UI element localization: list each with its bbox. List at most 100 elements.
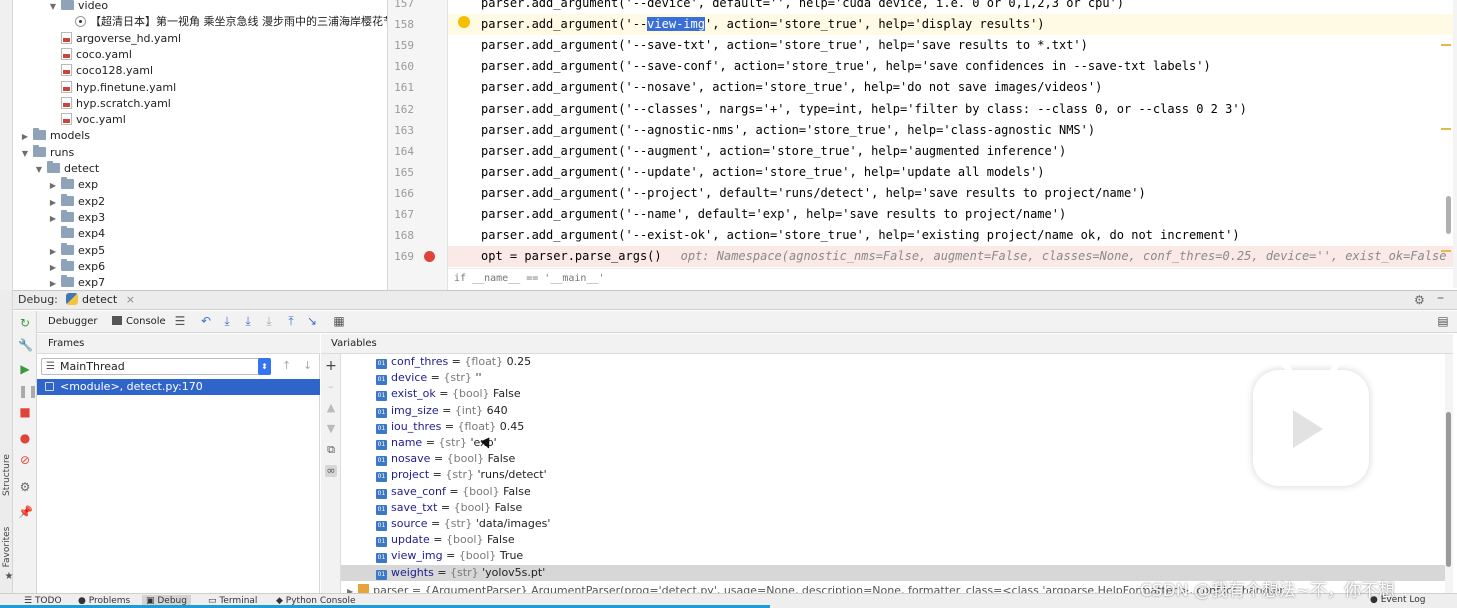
- remove-watch-icon[interactable]: –: [325, 381, 337, 393]
- step-out-icon[interactable]: ⤒: [284, 314, 298, 328]
- chevron-down-icon[interactable]: ⬍: [258, 358, 271, 375]
- next-frame-icon[interactable]: ↓: [303, 359, 312, 372]
- code-breadcrumb[interactable]: if __name__ == '__main__': [448, 268, 1453, 288]
- tree-item[interactable]: argoverse_hd.yaml: [48, 31, 181, 47]
- code-line[interactable]: parser.add_argument('--nosave', action='…: [448, 77, 1453, 98]
- code-line[interactable]: parser.add_argument('--classes', nargs='…: [448, 99, 1453, 120]
- chevron-right-icon[interactable]: ▶: [48, 244, 58, 260]
- editor-warning-marker[interactable]: [1441, 250, 1451, 252]
- step-into-icon[interactable]: ⤓: [241, 314, 255, 328]
- run-to-cursor-icon[interactable]: ↘: [305, 314, 319, 328]
- code-line[interactable]: parser.add_argument('--agnostic-nms', ac…: [448, 120, 1453, 141]
- mute-breakpoints-icon[interactable]: ⊘: [18, 453, 32, 467]
- rerun-icon[interactable]: ↻: [18, 316, 32, 330]
- show-execution-point-icon[interactable]: ↶: [199, 314, 213, 328]
- frame-icon: [45, 382, 54, 391]
- tree-item[interactable]: ▶ exp5: [48, 242, 105, 260]
- code-line[interactable]: parser.add_argument('--name', default='e…: [448, 204, 1453, 225]
- show-watches-icon[interactable]: ∞: [325, 465, 337, 477]
- stop-icon[interactable]: ■: [18, 405, 32, 419]
- editor-warning-marker[interactable]: [1441, 128, 1451, 130]
- tree-item[interactable]: ▼ video: [48, 0, 108, 14]
- chevron-right-icon[interactable]: ▶: [20, 129, 30, 145]
- layout-icon[interactable]: ▤: [1436, 314, 1450, 328]
- variable-row[interactable]: 01 view_img = {bool} True: [341, 548, 1445, 564]
- tree-item[interactable]: ▶ exp6: [48, 258, 106, 276]
- tree-item[interactable]: ▼ runs: [20, 144, 74, 162]
- step-over-icon[interactable]: ⤓: [220, 314, 234, 328]
- tree-item[interactable]: ▶ exp7: [48, 275, 105, 290]
- editor-scroll-thumb[interactable]: [1446, 196, 1451, 234]
- favorites-side-tab[interactable]: Favorites: [2, 522, 12, 572]
- code-editor[interactable]: parser.add_argument('--device', default=…: [448, 0, 1453, 268]
- chevron-down-icon[interactable]: ▼: [48, 0, 58, 15]
- chevron-down-icon[interactable]: ▼: [20, 146, 30, 162]
- code-line[interactable]: parser.add_argument('--save-conf', actio…: [448, 56, 1453, 77]
- editor-warning-marker[interactable]: [1441, 44, 1451, 46]
- gear-icon[interactable]: ⚙: [1414, 293, 1425, 307]
- resume-icon[interactable]: ▶: [18, 362, 32, 376]
- chevron-right-icon[interactable]: ▶: [48, 211, 58, 227]
- chevron-right-icon[interactable]: ▶: [48, 178, 58, 194]
- move-up-icon[interactable]: ▲: [325, 402, 337, 414]
- editor-scrollbar[interactable]: [1453, 0, 1457, 288]
- move-down-icon[interactable]: ▼: [325, 423, 337, 435]
- lightbulb-icon[interactable]: [458, 16, 470, 28]
- settings-icon[interactable]: ⚙: [18, 480, 32, 494]
- structure-side-tab[interactable]: Structure: [2, 450, 12, 500]
- chevron-right-icon[interactable]: ▶: [48, 260, 58, 276]
- copy-icon[interactable]: ⧉: [325, 444, 337, 456]
- variable-row[interactable]: 01 save_txt = {bool} False: [341, 500, 1445, 516]
- add-watch-icon[interactable]: +: [325, 359, 337, 373]
- breakpoint-icon[interactable]: [424, 251, 435, 262]
- tree-item[interactable]: ▶ models: [20, 128, 90, 144]
- tree-item[interactable]: ▶ exp2: [48, 193, 105, 211]
- menu-icon[interactable]: ☰: [173, 314, 187, 328]
- tree-item[interactable]: hyp.finetune.yaml: [48, 80, 176, 96]
- tree-item[interactable]: voc.yaml: [48, 112, 126, 128]
- evaluate-expression-icon[interactable]: ▦: [332, 314, 346, 328]
- pause-icon[interactable]: ❚❚: [18, 384, 38, 398]
- code-line[interactable]: parser.add_argument('--project', default…: [448, 183, 1453, 204]
- variables-scroll-thumb[interactable]: [1446, 412, 1451, 567]
- variable-row[interactable]: 01 update = {bool} False: [341, 532, 1445, 548]
- chevron-right-icon[interactable]: ▶: [48, 195, 58, 211]
- tree-item[interactable]: 【超清日本】第一视角 乘坐京急线 漫步雨中的三浦海岸樱花节: [62, 14, 387, 30]
- project-tree[interactable]: ▼ video 【超清日本】第一视角 乘坐京急线 漫步雨中的三浦海岸樱花节 argov…: [13, 0, 388, 290]
- tree-item[interactable]: exp4: [48, 226, 105, 242]
- variable-row[interactable]: 01 conf_thres = {float} 0.25: [341, 354, 1445, 370]
- code-line[interactable]: parser.add_argument('--device', default=…: [448, 0, 1453, 14]
- view-breakpoints-icon[interactable]: ●: [18, 431, 32, 445]
- tree-item-label: exp6: [78, 259, 106, 273]
- editor-gutter[interactable]: 157 158 159 160 161 162 163 164 165 166 167 168 169: [388, 0, 448, 290]
- code-line[interactable]: parser.add_argument('--save-txt', action…: [448, 35, 1453, 56]
- play-icon[interactable]: [1293, 410, 1323, 448]
- pin-icon[interactable]: 📌: [18, 505, 33, 519]
- tree-item[interactable]: ▶ exp3: [48, 209, 105, 227]
- code-line[interactable]: parser.add_argument('--augment', action=…: [448, 141, 1453, 162]
- variable-row[interactable]: 01 source = {str} 'data/images': [341, 516, 1445, 532]
- code-line[interactable]: parser.add_argument('--view-img', action…: [448, 14, 1453, 36]
- close-tab-icon[interactable]: ×: [126, 293, 135, 306]
- tree-item[interactable]: coco.yaml: [48, 47, 132, 63]
- chevron-down-icon[interactable]: ▼: [34, 162, 44, 178]
- debug-session-tab[interactable]: detect ×: [66, 292, 135, 308]
- thread-select[interactable]: ☰ MainThread: [41, 358, 271, 375]
- tab-console[interactable]: Console: [112, 316, 166, 327]
- step-into-my-code-icon[interactable]: ⤓: [262, 314, 276, 328]
- tree-item[interactable]: ▼ detect: [34, 161, 99, 177]
- wrench-icon[interactable]: 🔧: [18, 338, 33, 352]
- previous-frame-icon[interactable]: ↑: [282, 359, 291, 372]
- code-line[interactable]: parser.add_argument('--update', action='…: [448, 162, 1453, 183]
- frame-row[interactable]: <module>, detect.py:170: [37, 379, 320, 395]
- minimize-icon[interactable]: –: [1437, 290, 1444, 306]
- tree-item[interactable]: coco128.yaml: [48, 63, 153, 79]
- tree-item[interactable]: hyp.scratch.yaml: [48, 96, 171, 112]
- tree-item[interactable]: ▶ exp: [48, 177, 98, 193]
- variable-value: 0.25: [506, 355, 532, 368]
- chevron-right-icon[interactable]: ▶: [48, 276, 58, 290]
- tab-debugger[interactable]: Debugger: [48, 316, 98, 327]
- star-icon[interactable]: ★: [2, 570, 16, 584]
- code-line[interactable]: parser.add_argument('--exist-ok', action…: [448, 225, 1453, 246]
- code-line[interactable]: opt = parser.parse_args() opt: Namespace(…: [448, 246, 1453, 268]
